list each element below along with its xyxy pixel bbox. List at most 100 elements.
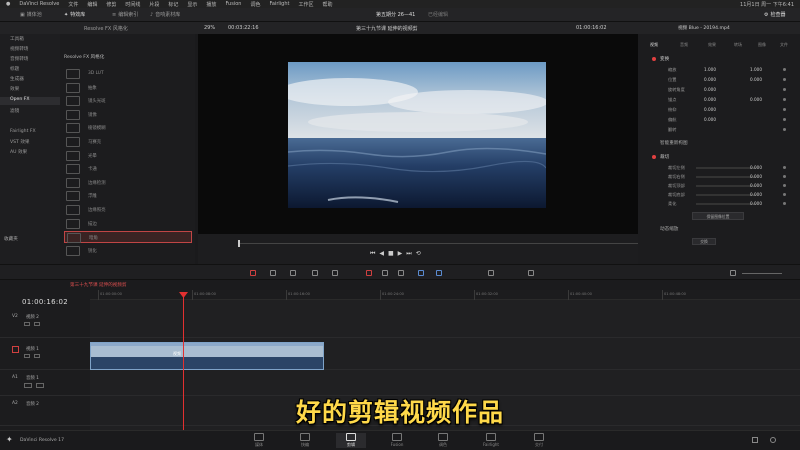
menu-item-trim[interactable]: 修剪: [106, 1, 116, 8]
menu-item-playback[interactable]: 播放: [206, 1, 216, 8]
page-color[interactable]: 调色: [428, 433, 458, 448]
menu-item-fusion[interactable]: Fusion: [225, 1, 241, 7]
fx-item[interactable]: 镜头光斑: [64, 95, 192, 107]
keyframe-icon[interactable]: [783, 78, 786, 81]
inspector-tab-video[interactable]: 视频: [650, 42, 658, 48]
apple-icon[interactable]: ●: [6, 1, 10, 7]
scrubber-handle[interactable]: [238, 240, 240, 247]
fx-item[interactable]: 锐化: [64, 245, 192, 257]
tree-item-au[interactable]: AU 效果: [10, 149, 27, 155]
speaker-icon[interactable]: [730, 270, 736, 276]
track-v2[interactable]: [90, 308, 800, 338]
home-icon[interactable]: [752, 437, 758, 443]
tree-item-openfx[interactable]: Open FX: [0, 97, 60, 105]
tree-item-vst[interactable]: VST 效果: [10, 139, 30, 145]
lock-icon[interactable]: [24, 354, 30, 358]
crop-row[interactable]: 裁切顶部 0.000: [638, 182, 800, 190]
transport-buttons[interactable]: ⏮◀■▶⏭⟲: [370, 250, 425, 258]
retain-image-position-button[interactable]: 保留图像位置: [692, 212, 744, 220]
fx-item[interactable]: 3D LUT: [64, 68, 192, 80]
tree-item-generators[interactable]: 生成器: [10, 76, 24, 82]
selection-tool-icon[interactable]: [250, 270, 256, 276]
fx-item[interactable]: 棱镜模糊: [64, 122, 192, 134]
page-deliver[interactable]: 交付: [524, 433, 554, 448]
tab-effects-library[interactable]: ✦ 特效库: [64, 11, 85, 19]
fx-item[interactable]: 卡通: [64, 163, 192, 175]
destination-icon[interactable]: [12, 346, 19, 353]
tab-inspector[interactable]: ⚙ 检查器: [764, 11, 786, 19]
dynamic-trim-icon[interactable]: [290, 270, 296, 276]
menu-item-color[interactable]: 调色: [250, 1, 260, 8]
inspector-tab-audio[interactable]: 音频: [680, 42, 688, 48]
tree-item-filters[interactable]: 滤镜: [10, 108, 19, 114]
marker-icon[interactable]: [436, 270, 442, 276]
transform-row[interactable]: 翻转: [638, 126, 800, 134]
menu-item-help[interactable]: 帮助: [322, 1, 332, 8]
keyframe-icon[interactable]: [783, 184, 786, 187]
tab-sound-library[interactable]: ♪ 音响素材库: [150, 11, 180, 19]
menu-item-view[interactable]: 显示: [187, 1, 197, 8]
snapping-icon[interactable]: [366, 270, 372, 276]
crop-row[interactable]: 裁切右侧 0.000: [638, 173, 800, 181]
inspector-tab-effects[interactable]: 效果: [708, 42, 716, 48]
menu-item-timeline[interactable]: 时间线: [125, 1, 140, 8]
video-clip[interactable]: 视频: [90, 342, 324, 370]
trim-tool-icon[interactable]: [270, 270, 276, 276]
crop-slider[interactable]: [696, 176, 756, 178]
tree-item-titles[interactable]: 标题: [10, 66, 19, 72]
crop-slider[interactable]: [696, 203, 756, 205]
tree-item-effects[interactable]: 效果: [10, 86, 19, 92]
menu-item-app[interactable]: DaVinci Resolve: [19, 1, 59, 7]
keyframe-icon[interactable]: [783, 68, 786, 71]
transform-row[interactable]: 旋转角度 0.000: [638, 86, 800, 94]
keyframe-icon[interactable]: [783, 128, 786, 131]
timeline-name[interactable]: 第三十九节课 延伸的视频剪: [356, 25, 418, 32]
settings-icon[interactable]: [770, 437, 776, 443]
crop-row[interactable]: 裁切左侧 0.000: [638, 164, 800, 172]
crop-slider[interactable]: [696, 167, 756, 169]
mute-icon[interactable]: [24, 383, 32, 388]
page-edit[interactable]: 剪辑: [336, 433, 366, 448]
transform-row[interactable]: 位置 0.000 0.000: [638, 76, 800, 84]
keyframe-icon[interactable]: [783, 108, 786, 111]
visibility-icon[interactable]: [34, 354, 40, 358]
volume-slider[interactable]: [742, 273, 782, 274]
fx-item[interactable]: 镜像: [64, 109, 192, 121]
fx-item[interactable]: 边缘照亮: [64, 204, 192, 216]
fx-item[interactable]: 马赛克: [64, 136, 192, 148]
blade-tool-icon[interactable]: [312, 270, 318, 276]
tree-item-toolbox[interactable]: 工具箱: [10, 36, 24, 42]
keyframe-icon[interactable]: [783, 202, 786, 205]
menu-item-fairlight[interactable]: Fairlight: [269, 1, 289, 7]
swap-button[interactable]: 交换: [692, 238, 716, 245]
transform-row[interactable]: 锚点 0.000 0.000: [638, 96, 800, 104]
zoom-level[interactable]: 29%: [204, 25, 215, 31]
page-media[interactable]: 媒体: [244, 433, 274, 448]
page-cut[interactable]: 快编: [290, 433, 320, 448]
fx-item[interactable]: 暗角: [64, 231, 192, 244]
fx-item[interactable]: 抽象: [64, 82, 192, 94]
keyframe-icon[interactable]: [783, 88, 786, 91]
tree-item-audio-transitions[interactable]: 音频转场: [10, 56, 28, 62]
keyframe-icon[interactable]: [783, 118, 786, 121]
tab-edit-index[interactable]: ≡ 编辑索引: [112, 11, 138, 19]
crop-row[interactable]: 裁切底部 0.000: [638, 191, 800, 199]
transform-row[interactable]: 俯仰 0.000: [638, 106, 800, 114]
menu-item-edit[interactable]: 编辑: [87, 1, 97, 8]
position-lock-icon[interactable]: [398, 270, 404, 276]
fx-item[interactable]: 浮雕: [64, 190, 192, 202]
keyframe-icon[interactable]: [783, 166, 786, 169]
tab-media-pool[interactable]: ▣ 媒体池: [20, 11, 42, 19]
flag-icon[interactable]: [418, 270, 424, 276]
keyframe-icon[interactable]: [783, 175, 786, 178]
transform-row[interactable]: 偏航 0.000: [638, 116, 800, 124]
zoom-full-icon[interactable]: [488, 270, 494, 276]
solo-icon[interactable]: [36, 383, 44, 388]
crop-slider[interactable]: [696, 194, 756, 196]
fx-item[interactable]: 边缘检测: [64, 177, 192, 189]
insert-clip-icon[interactable]: [332, 270, 338, 276]
fx-item[interactable]: 光晕: [64, 150, 192, 162]
menu-item-clip[interactable]: 片段: [149, 1, 159, 8]
page-fairlight[interactable]: Fairlight: [476, 433, 506, 447]
tree-item-video-transitions[interactable]: 视频转场: [10, 46, 28, 52]
